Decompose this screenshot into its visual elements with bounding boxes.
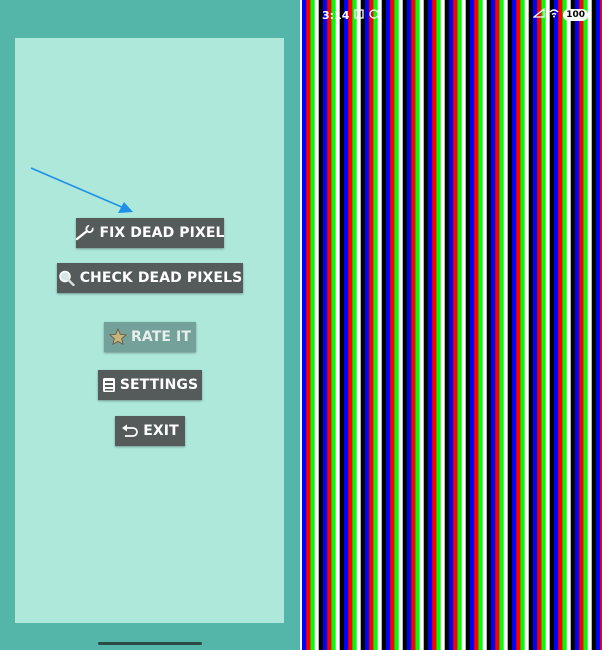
settings-button[interactable]: SETTINGS <box>98 370 202 400</box>
stripe <box>369 0 374 650</box>
stripe <box>314 0 319 650</box>
stripe <box>440 0 445 650</box>
undo-icon <box>121 424 139 438</box>
status-bar: 3:14 100 <box>302 0 602 28</box>
stripe <box>411 0 416 650</box>
stripe <box>528 0 534 650</box>
stripe <box>386 0 391 650</box>
stripe <box>381 0 387 650</box>
stripe <box>415 0 420 650</box>
stripe <box>373 0 378 650</box>
stripe <box>575 0 580 650</box>
stripe <box>516 0 521 650</box>
stripe <box>579 0 584 650</box>
stripe <box>339 0 345 650</box>
whatsapp-icon <box>369 9 380 22</box>
stripe <box>474 0 479 650</box>
stripe <box>390 0 395 650</box>
stripe <box>491 0 496 650</box>
status-time: 3:14 <box>322 9 350 22</box>
stripe <box>465 0 471 650</box>
stripe <box>587 0 592 650</box>
exit-label: EXIT <box>143 423 179 439</box>
stripe <box>566 0 571 650</box>
star-icon <box>109 328 127 346</box>
stripe <box>318 0 324 650</box>
stripe <box>402 0 408 650</box>
app-screen: FIX DEAD PIXEL CHECK DEAD PIXELS RATE IT <box>0 0 300 650</box>
stripe <box>398 0 403 650</box>
signal-icon <box>532 7 545 21</box>
rate-it-label: RATE IT <box>131 329 191 345</box>
stripe <box>436 0 441 650</box>
stripe <box>520 0 525 650</box>
stripe <box>503 0 508 650</box>
stripe <box>482 0 487 650</box>
stripe <box>570 0 576 650</box>
wrench-icon <box>75 225 95 241</box>
stripe <box>428 0 433 650</box>
stripe <box>486 0 492 650</box>
color-stripes <box>302 0 602 650</box>
stripe <box>533 0 538 650</box>
stripe <box>495 0 500 650</box>
stripe <box>461 0 466 650</box>
stripe <box>394 0 399 650</box>
stripe <box>419 0 424 650</box>
stripe <box>360 0 366 650</box>
stripe <box>558 0 563 650</box>
stripe <box>537 0 542 650</box>
stripe <box>302 0 307 650</box>
stripe <box>444 0 450 650</box>
stripe <box>596 0 601 650</box>
stripe <box>478 0 483 650</box>
stripe <box>352 0 357 650</box>
home-indicator[interactable] <box>98 642 202 645</box>
stripe <box>549 0 555 650</box>
fix-dead-pixel-label: FIX DEAD PIXEL <box>99 225 225 241</box>
settings-label: SETTINGS <box>119 377 199 393</box>
stripe <box>554 0 559 650</box>
stripe <box>331 0 336 650</box>
stripe <box>323 0 328 650</box>
stripe <box>407 0 412 650</box>
check-dead-pixels-label: CHECK DEAD PIXELS <box>79 270 243 286</box>
stripe <box>356 0 361 650</box>
stripe <box>310 0 315 650</box>
exit-button[interactable]: EXIT <box>115 416 185 446</box>
stripe <box>453 0 458 650</box>
stripe <box>365 0 370 650</box>
stripe <box>335 0 340 650</box>
stripe <box>524 0 529 650</box>
stripe <box>457 0 462 650</box>
stripe <box>499 0 504 650</box>
rate-it-button[interactable]: RATE IT <box>104 322 196 352</box>
settings-icon <box>102 377 116 393</box>
stripe <box>512 0 517 650</box>
magnifier-icon <box>58 270 76 286</box>
stripe <box>507 0 513 650</box>
wifi-icon <box>549 8 559 21</box>
stripe <box>327 0 332 650</box>
screenshot-icon <box>354 9 365 22</box>
stripe <box>377 0 382 650</box>
stripe <box>344 0 349 650</box>
battery-indicator: 100 <box>563 8 588 21</box>
stripe <box>591 0 597 650</box>
stripe <box>348 0 353 650</box>
stripe <box>470 0 475 650</box>
stripe <box>541 0 546 650</box>
stripe <box>423 0 429 650</box>
pixel-test-screen[interactable]: 3:14 100 <box>302 0 602 650</box>
stripe <box>545 0 550 650</box>
stripe <box>306 0 311 650</box>
stripe <box>449 0 454 650</box>
stripe <box>432 0 437 650</box>
check-dead-pixels-button[interactable]: CHECK DEAD PIXELS <box>57 263 243 293</box>
stripe <box>583 0 588 650</box>
fix-dead-pixel-button[interactable]: FIX DEAD PIXEL <box>76 218 224 248</box>
stripe <box>562 0 567 650</box>
